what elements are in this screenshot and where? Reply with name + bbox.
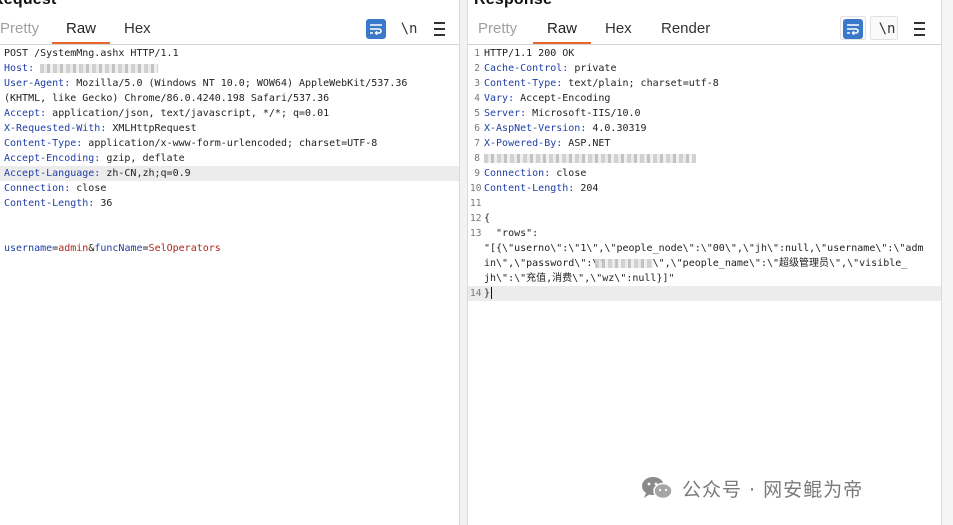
request-tab-hex[interactable]: Hex bbox=[124, 20, 151, 37]
request-line-5: Accept: application/json, text/javascrip… bbox=[4, 108, 330, 119]
redacted-header bbox=[484, 153, 696, 163]
request-line-8: Accept-Encoding: gzip, deflate bbox=[4, 153, 185, 164]
watermark-text: 公众号 · 网安鲲为帝 bbox=[682, 478, 864, 501]
request-menu-icon[interactable] bbox=[431, 19, 447, 39]
request-tab-pretty[interactable]: Pretty bbox=[0, 20, 39, 37]
response-wrap-lines-button[interactable] bbox=[843, 19, 863, 39]
response-tab-hex[interactable]: Hex bbox=[605, 20, 632, 37]
response-line-11: 11 bbox=[470, 198, 482, 209]
response-pane: Response Pretty Raw Hex Render \n 1HTTP/… bbox=[468, 0, 941, 525]
request-tabbar: Pretty Raw Hex \n bbox=[0, 14, 459, 45]
response-line-6: 6 X-AspNet-Version: 4.0.30319 bbox=[474, 123, 647, 134]
response-tab-raw[interactable]: Raw bbox=[532, 20, 592, 44]
response-line-7: 7 X-Powered-By: ASP.NET bbox=[474, 138, 611, 149]
response-line-4: 4 Vary: Accept-Encoding bbox=[474, 93, 611, 104]
response-line-13-wrap-1: "[{\"userno\":\"1\",\"people_node\":\"00… bbox=[484, 243, 924, 254]
response-line-3: 3 Content-Type: text/plain; charset=utf-8 bbox=[474, 78, 719, 89]
response-line-2: 2 Cache-Control: private bbox=[474, 63, 617, 74]
response-line-13-wrap-2: in\",\"password\":\" \",\"people_name\":… bbox=[484, 258, 908, 269]
response-tabbar: Pretty Raw Hex Render \n bbox=[468, 14, 941, 45]
scrollbar-track[interactable] bbox=[941, 0, 953, 525]
response-line-13-wrap-3: jh\":\"充值,消费\",\"wz\":null}]" bbox=[484, 273, 675, 284]
request-tab-raw[interactable]: Raw bbox=[51, 20, 111, 44]
wrap-lines-icon bbox=[847, 24, 859, 35]
response-line-1: 1 HTTP/1.1 200 OK bbox=[474, 48, 575, 59]
request-wrap-lines-button[interactable] bbox=[366, 19, 386, 39]
request-line-6: X-Requested-With: XMLHttpRequest bbox=[4, 123, 197, 134]
request-editor[interactable]: POST /SystemMng.ashx HTTP/1.1 Host: User… bbox=[0, 46, 459, 256]
pane-splitter[interactable] bbox=[459, 0, 468, 525]
request-line-3: User-Agent: Mozilla/5.0 (Windows NT 10.0… bbox=[4, 78, 408, 89]
response-tab-pretty[interactable]: Pretty bbox=[478, 20, 517, 37]
request-line-4: (KHTML, like Gecko) Chrome/86.0.4240.198… bbox=[4, 93, 330, 104]
wechat-logo-icon bbox=[640, 475, 674, 501]
response-editor[interactable]: 1 HTTP/1.1 200 OK 2 Cache-Control: private… bbox=[468, 46, 941, 301]
request-line-11: Content-Length: 36 bbox=[4, 198, 113, 209]
request-line-9: Accept-Language: zh-CN,zh;q=0.9 bbox=[0, 166, 459, 181]
response-title: Response bbox=[474, 0, 552, 9]
redacted-password bbox=[595, 259, 653, 268]
response-tab-render[interactable]: Render bbox=[661, 20, 710, 37]
redacted-host bbox=[40, 63, 159, 73]
text-cursor bbox=[491, 287, 493, 299]
watermark: 公众号 · 网安鲲为帝 bbox=[640, 473, 863, 503]
request-title: Request bbox=[0, 0, 57, 9]
response-menu-icon[interactable] bbox=[911, 19, 927, 39]
wrap-lines-icon bbox=[370, 24, 382, 35]
response-newline-toggle[interactable]: \n bbox=[877, 19, 897, 39]
response-line-5: 5 Server: Microsoft-IIS/10.0 bbox=[474, 108, 641, 119]
request-line-1: POST /SystemMng.ashx HTTP/1.1 bbox=[4, 48, 179, 59]
request-pane: Request Pretty Raw Hex \n POST /SystemMn… bbox=[0, 0, 459, 525]
request-line-7: Content-Type: application/x-www-form-url… bbox=[4, 138, 378, 149]
request-line-10: Connection: close bbox=[4, 183, 107, 194]
response-line-14: 14} bbox=[468, 286, 941, 301]
response-line-8: 8 bbox=[468, 151, 941, 166]
response-line-9: 9 Connection: close bbox=[474, 168, 587, 179]
request-line-2: Host: bbox=[0, 61, 459, 76]
response-line-10: 10 Content-Length: 204 bbox=[470, 183, 599, 194]
request-body: username=admin&funcName=SelOperators bbox=[4, 243, 221, 254]
request-newline-toggle[interactable]: \n bbox=[399, 19, 419, 39]
request-line-13 bbox=[0, 226, 459, 241]
response-line-13: 13 "rows": bbox=[470, 228, 539, 239]
request-line-12 bbox=[0, 211, 459, 226]
response-line-12: 12{ bbox=[470, 213, 491, 224]
